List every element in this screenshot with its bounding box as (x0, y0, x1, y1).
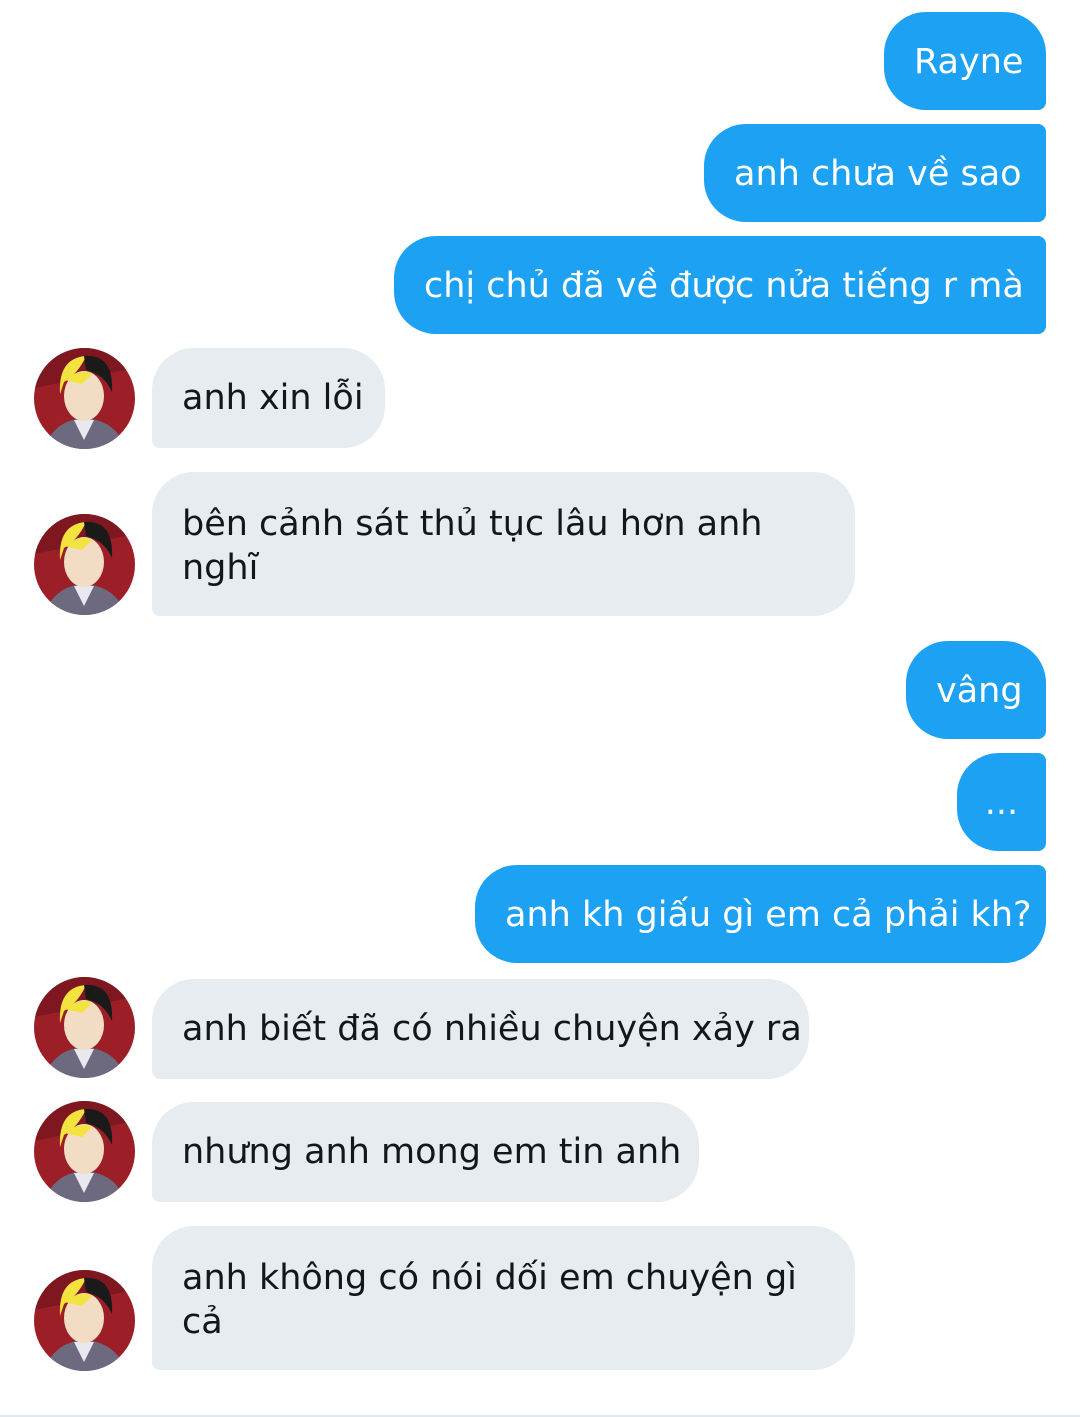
incoming-message[interactable]: anh biết đã có nhiều chuyện xảy ra (152, 979, 809, 1079)
message-text: nhưng anh mong em tin anh (182, 1132, 682, 1172)
message-text: ... (984, 783, 1019, 823)
contact-avatar[interactable] (34, 1270, 135, 1371)
contact-avatar[interactable] (34, 1101, 135, 1202)
incoming-message[interactable]: nhưng anh mong em tin anh (152, 1102, 699, 1202)
message-text: anh biết đã có nhiều chuyện xảy ra (182, 1009, 802, 1049)
message-text: anh kh giấu gì em cả phải kh? (505, 895, 1032, 935)
message-text: anh không có nói dối em chuyện gì cả (182, 1258, 797, 1342)
outgoing-message[interactable]: anh kh giấu gì em cả phải kh? (475, 865, 1046, 963)
message-text: bên cảnh sát thủ tục lâu hơn anh nghĩ (182, 504, 763, 588)
incoming-message[interactable]: bên cảnh sát thủ tục lâu hơn anh nghĩ (152, 472, 855, 616)
outgoing-message[interactable]: anh chưa về sao (704, 124, 1046, 222)
outgoing-message[interactable]: chị chủ đã về được nửa tiếng r mà (394, 236, 1046, 334)
contact-avatar[interactable] (34, 348, 135, 449)
contact-avatar[interactable] (34, 977, 135, 1078)
incoming-message[interactable]: anh không có nói dối em chuyện gì cả (152, 1226, 855, 1370)
message-thread[interactable]: Rayne anh chưa về sao chị chủ đã về được… (0, 0, 1080, 1417)
outgoing-message[interactable]: vâng (906, 641, 1046, 739)
message-text: anh chưa về sao (734, 154, 1022, 194)
message-text: vâng (936, 671, 1023, 711)
outgoing-message[interactable]: Rayne (884, 12, 1046, 110)
incoming-message[interactable]: anh xin lỗi (152, 348, 385, 448)
message-text: chị chủ đã về được nửa tiếng r mà (424, 266, 1024, 306)
outgoing-message[interactable]: ... (957, 753, 1046, 851)
contact-avatar[interactable] (34, 514, 135, 615)
message-text: anh xin lỗi (182, 378, 364, 418)
message-text: Rayne (914, 42, 1024, 82)
